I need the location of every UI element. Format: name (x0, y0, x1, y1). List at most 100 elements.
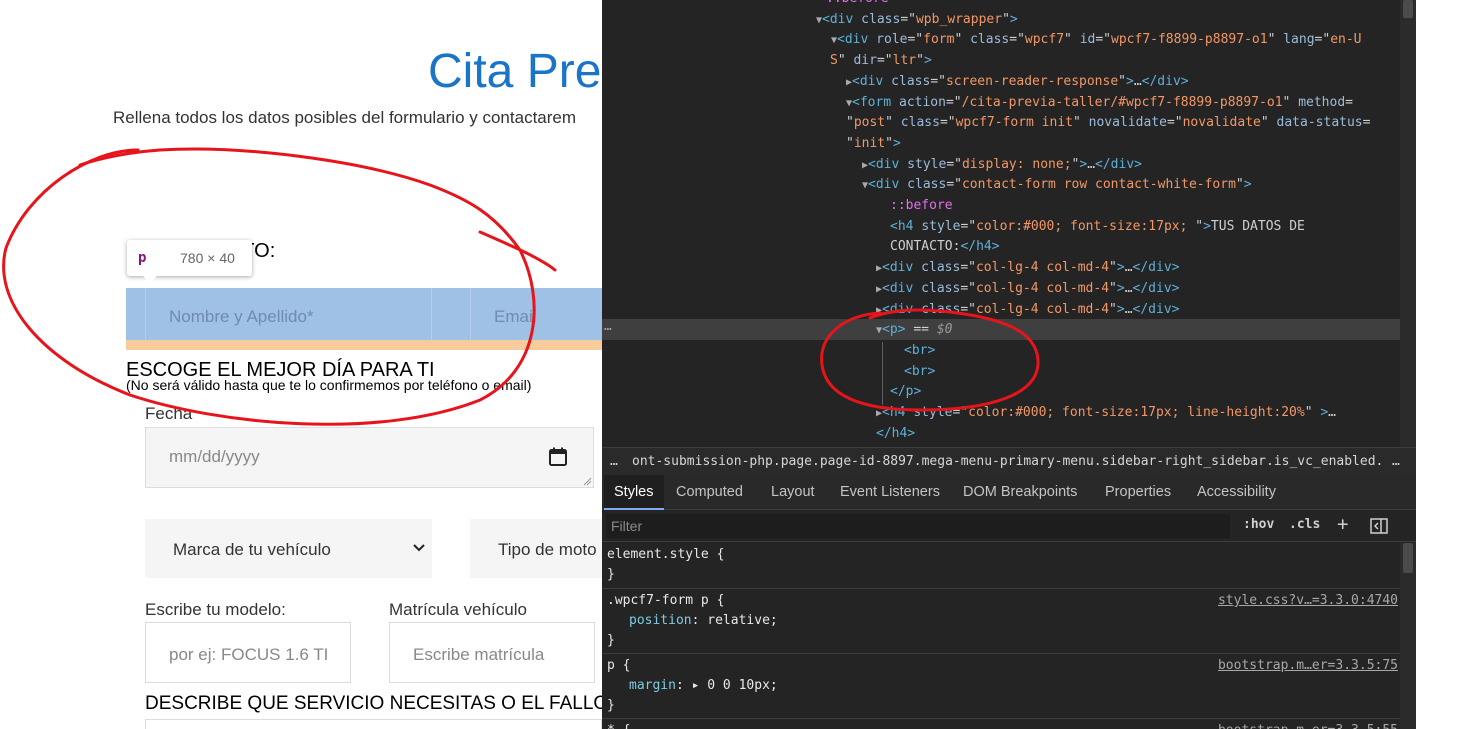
code-token: </p> (890, 384, 922, 400)
name-input[interactable]: Nombre y Apellido* (145, 288, 432, 340)
code-token: " (1109, 301, 1117, 317)
code-token: <br> (904, 363, 936, 379)
code-token: =" (960, 301, 976, 317)
new-rule-button[interactable]: + (1337, 513, 1348, 535)
code-token: post (853, 115, 886, 131)
tab-properties[interactable]: Properties (1105, 475, 1171, 510)
day-note: (No será válido hasta que te lo confirme… (126, 377, 532, 393)
dom-node-row[interactable]: ▼<form action="/cita-previa-taller/#wpcf… (602, 92, 1400, 113)
tooltip-dimensions: 780 × 40 (180, 250, 235, 266)
tab-styles[interactable]: Styles (604, 475, 664, 510)
code-token: style (921, 218, 961, 234)
code-token: class (907, 177, 947, 193)
code-token: wpb_wrapper (915, 11, 1003, 27)
date-input[interactable]: mm/dd/yyyy (145, 427, 594, 488)
css-selector[interactable]: element.style { (607, 545, 724, 565)
dom-node-row[interactable]: ▶<div style="display: none;">…</div> (602, 154, 1400, 175)
email-input[interactable]: Email (470, 288, 606, 340)
dom-breadcrumb[interactable]: … ont-submission-php.page.page-id-8897.m… (602, 447, 1416, 475)
dom-node-row[interactable]: ▼<div class="wpb_wrapper"> (602, 9, 1400, 30)
toggle-sidebar-icon[interactable] (1370, 518, 1388, 534)
tab-layout[interactable]: Layout (771, 475, 815, 510)
styles-pane[interactable]: element.style {} .wpcf7-form p { style.css… (602, 543, 1400, 729)
calendar-icon[interactable] (548, 447, 568, 467)
css-value[interactable]: relative; (707, 613, 777, 628)
css-source-link[interactable]: bootstrap.m…er=3.3.5:75 (1218, 658, 1398, 673)
dom-node-row[interactable]: </p> (602, 381, 1400, 402)
css-declaration[interactable]: margin: ▸ 0 0 10px; (629, 676, 778, 696)
code-token: > (1243, 177, 1252, 193)
css-rule[interactable]: element.style {} (602, 543, 1400, 589)
css-selector[interactable]: .wpcf7-form p { (607, 591, 724, 611)
plate-input[interactable]: Escribe matrícula (389, 622, 595, 683)
dom-node-row[interactable]: ▶<div class="col-lg-4 col-md-4">…</div> (602, 278, 1400, 299)
tree-indent-guide (882, 342, 883, 405)
code-token: dir (853, 53, 877, 69)
dom-node-row[interactable]: </h4> (602, 423, 1400, 444)
code-token: " (885, 135, 893, 151)
css-value[interactable]: 0 0 10px; (707, 678, 777, 693)
css-selector[interactable]: p { (607, 656, 630, 676)
code-token: … (1124, 280, 1133, 296)
dom-node-row[interactable]: ▶<div class="screen-reader-response">…</… (602, 71, 1400, 92)
email-placeholder: Email (494, 307, 537, 326)
code-token: class (900, 115, 940, 131)
date-placeholder: mm/dd/yyyy (169, 447, 260, 466)
elements-scrollbar[interactable] (1400, 0, 1416, 447)
code-token: class (921, 280, 961, 296)
css-source-link[interactable]: bootstrap.m…er=3.3.5:55 (1218, 723, 1398, 729)
model-input[interactable]: por ej: FOCUS 1.6 TI (145, 622, 351, 683)
dom-node-row[interactable]: <br> (602, 361, 1400, 382)
code-token: role (876, 32, 908, 48)
tab-computed[interactable]: Computed (676, 475, 743, 510)
styles-filter-input[interactable]: Filter (606, 514, 1230, 538)
dom-node-row[interactable]: ▶<div class="col-lg-4 col-md-4">…</div> (602, 257, 1400, 278)
css-rule[interactable]: .wpcf7-form p { style.css?v…=3.3.0:4740 po… (602, 589, 1400, 654)
breadcrumb-text[interactable]: ont-submission-php.page.page-id-8897.meg… (632, 448, 1384, 475)
css-selector[interactable]: * { (607, 721, 630, 729)
css-property[interactable]: position (629, 613, 692, 628)
cls-button[interactable]: .cls (1289, 517, 1320, 532)
code-token: <div (852, 73, 892, 89)
dom-node-row[interactable]: S" dir="ltr"> (602, 50, 1400, 71)
css-rule[interactable]: p { bootstrap.m…er=3.3.5:75 margin: ▸ 0 0 … (602, 654, 1400, 719)
dom-node-row[interactable]: ▼<div role="form" class="wpcf7" id="wpcf… (602, 29, 1400, 50)
css-source-link[interactable]: style.css?v…=3.3.0:4740 (1218, 593, 1398, 608)
more-actions-icon[interactable]: ⋯ (604, 322, 612, 337)
selected-dom-node[interactable]: ▼<p> == $0 (602, 319, 1400, 341)
code-token: > (1320, 405, 1329, 420)
dom-node-row[interactable]: ::before (602, 195, 1400, 216)
resize-handle-icon[interactable] (582, 476, 592, 486)
dom-node-row[interactable]: "post" class="wpcf7-form init" novalidat… (602, 112, 1400, 133)
code-token: wpcf7-form init (955, 115, 1073, 131)
brand-select[interactable]: Marca de tu vehículo (145, 519, 432, 578)
dom-node-row[interactable]: ▶<div class="col-lg-4 col-md-4">…</div> (602, 299, 1400, 320)
dom-node-row[interactable]: CONTACTO:</h4> (602, 236, 1400, 257)
dom-node-row[interactable]: ::before (602, 0, 1400, 9)
dom-node-row[interactable]: ▼<div class="contact-form row contact-wh… (602, 174, 1400, 195)
dom-node-row[interactable]: "init"> (602, 133, 1400, 154)
elements-tree[interactable]: ::before▼<div class="wpb_wrapper">▼<div … (602, 0, 1416, 447)
styles-scrollbar[interactable] (1400, 543, 1416, 729)
css-declaration[interactable]: position: relative; (629, 611, 778, 631)
code-token: <div (868, 156, 908, 172)
tab-event-listeners[interactable]: Event Listeners (840, 475, 940, 510)
dom-node-row[interactable]: ▶<h4 style="color:#000; font-size:17px; … (602, 402, 1400, 423)
code-token: =" (1095, 32, 1112, 48)
engine-select[interactable]: Tipo de moto (470, 519, 606, 578)
code-token: class (921, 301, 961, 317)
dom-node-row[interactable]: <br> (602, 340, 1400, 361)
hov-button[interactable]: :hov (1243, 517, 1274, 532)
css-property[interactable]: margin (629, 678, 676, 693)
code-token: lang (1283, 32, 1315, 48)
tab-dom-breakpoints[interactable]: DOM Breakpoints (963, 475, 1077, 510)
dom-node-row[interactable]: <h4 style="color:#000; font-size:17px; "… (602, 216, 1400, 237)
css-rule[interactable]: * { bootstrap.m…er=3.3.5:55 (602, 719, 1400, 729)
breadcrumb-scroll-left[interactable]: … (610, 448, 618, 475)
describe-textarea[interactable] (145, 719, 602, 729)
code-token: =" (1166, 115, 1183, 131)
intro-text: Rellena todos los datos posibles del for… (113, 108, 577, 127)
breadcrumb-scroll-right[interactable]: … (1392, 448, 1400, 475)
tab-accessibility[interactable]: Accessibility (1197, 475, 1276, 510)
code-token: </h4> (876, 425, 916, 441)
